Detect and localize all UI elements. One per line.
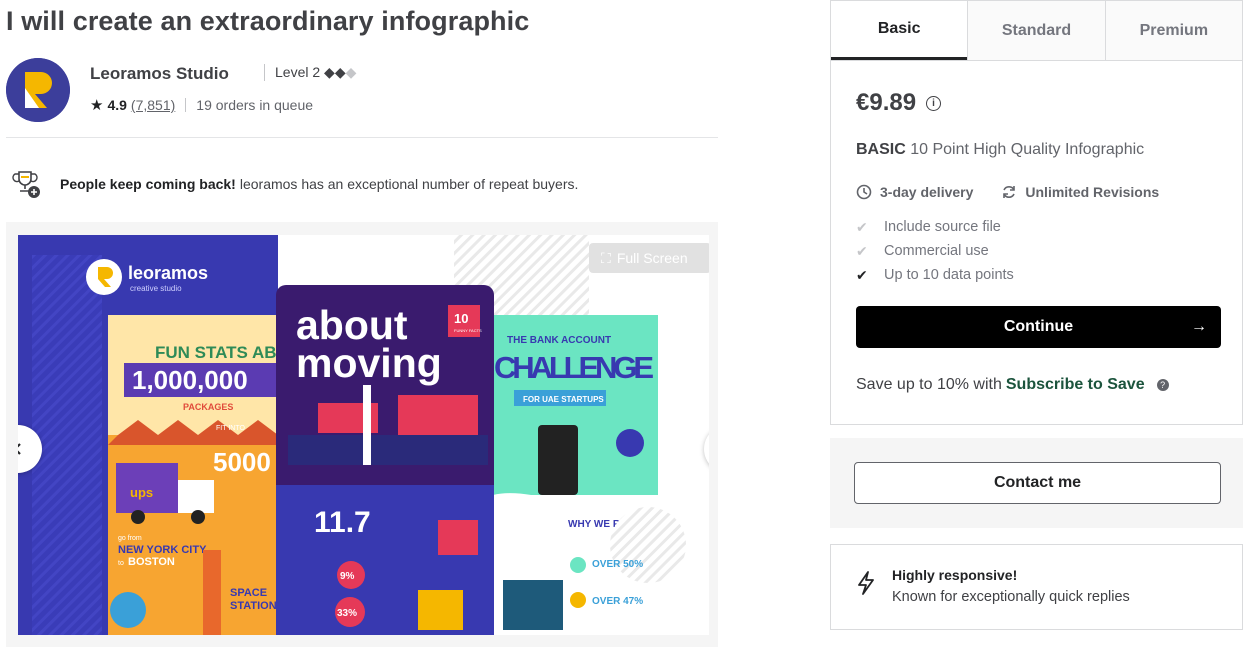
package-tabs: Basic Standard Premium [831, 1, 1242, 61]
gallery-image[interactable]: leoramos creative studio FUN STATS ABOUT… [18, 235, 709, 635]
right-poster-stat1: OVER 50% [592, 559, 643, 570]
feature-list: ✔ Include source file ✔ Commercial use ✔ Up… [856, 215, 1014, 287]
tab-basic[interactable]: Basic [831, 1, 968, 60]
delivery-info: 3-day delivery Unlimited Revisions [856, 184, 1159, 200]
center-poster-badge-num: 10 [454, 311, 468, 326]
center-poster-pct2: 33% [337, 608, 357, 619]
delivery-time: 3-day delivery [856, 184, 973, 200]
review-count-link[interactable]: (7,851) [131, 97, 175, 113]
left-poster-city1: NEW YORK CITY [118, 544, 207, 556]
star-icon: ★ [90, 97, 104, 114]
rating-score: 4.9 [107, 97, 127, 113]
repeat-buyers-title: People keep coming back! [60, 176, 236, 192]
continue-label: Continue [1003, 318, 1074, 335]
package-desc-text: 10 Point High Quality Infographic [910, 141, 1145, 158]
package-panel: Basic Standard Premium €9.89 i BASIC 10 … [830, 0, 1243, 425]
left-poster-fit: FIT INTO [216, 425, 245, 432]
divider [185, 98, 187, 112]
left-poster-go: go from [118, 535, 142, 542]
chevron-left-icon [18, 443, 21, 455]
right-poster-stat2: OVER 47% [592, 596, 643, 607]
responsive-title: Highly responsive! [892, 567, 1018, 583]
gig-title: I will create an extraordinary infograph… [6, 6, 530, 36]
feature-item: ✔ Include source file [856, 215, 1014, 239]
price-value: €9.89 [856, 89, 917, 116]
responsive-text: Known for exceptionally quick replies [892, 589, 1130, 605]
right-poster-line2: CHALLENGE [494, 350, 654, 385]
package-price: €9.89 i [856, 89, 942, 117]
feature-label: Include source file [884, 219, 1001, 235]
right-poster-line1: THE BANK ACCOUNT [507, 335, 611, 346]
arrow-right-icon: → [1191, 318, 1207, 335]
revisions-label: Unlimited Revisions [1025, 184, 1160, 200]
gig-gallery: leoramos creative studio FUN STATS ABOUT… [6, 222, 718, 647]
repeat-buyers-banner: People keep coming back! leoramos has an… [10, 168, 578, 200]
tab-premium[interactable]: Premium [1104, 1, 1242, 60]
logo-sub: creative studio [130, 284, 182, 293]
package-description: BASIC 10 Point High Quality Infographic [856, 141, 1144, 159]
seller-overview: Leoramos Studio Level 2 ◆◆◆ ★ 4.9 (7,851… [6, 58, 718, 138]
check-icon: ✔ [856, 266, 868, 283]
center-poster-stat: 11.7 [314, 506, 371, 539]
clock-icon [856, 184, 872, 200]
feature-label: Commercial use [884, 243, 989, 259]
check-icon: ✔ [856, 242, 868, 259]
contact-section: Contact me [830, 438, 1243, 528]
revisions: Unlimited Revisions [1001, 184, 1159, 200]
seller-rating: ★ 4.9 (7,851) 19 orders in queue [90, 96, 313, 114]
left-poster-sub: PACKAGES [183, 402, 233, 412]
subscribe-to-save: Save up to 10% with Subscribe to Save ? [856, 376, 1169, 394]
trophy-icon [12, 171, 40, 198]
center-poster-badge-text: FUNNY FACTS [454, 328, 482, 333]
left-poster-to: to [118, 560, 124, 567]
left-poster-space1: SPACE [230, 587, 267, 599]
contact-button[interactable]: Contact me [854, 462, 1221, 504]
left-poster-big: 5000 [213, 447, 271, 477]
delivery-label: 3-day delivery [880, 184, 974, 200]
expand-icon: ⛶ [601, 249, 611, 266]
fullscreen-button[interactable]: ⛶ Full Screen [589, 243, 709, 273]
help-icon[interactable]: ? [1156, 379, 1169, 391]
seller-avatar[interactable] [6, 58, 70, 122]
seller-level: Level 2 ◆◆◆ [264, 64, 356, 81]
seller-name[interactable]: Leoramos Studio [90, 64, 229, 84]
feature-item: ✔ Up to 10 data points [856, 263, 1014, 287]
left-poster-city2: BOSTON [128, 556, 175, 568]
seller-level-label: Level 2 [275, 64, 321, 80]
left-poster-number: 1,000,000 [132, 365, 248, 395]
highly-responsive-card: Highly responsive! Known for exceptional… [830, 544, 1243, 630]
repeat-buyers-text: leoramos has an exceptional number of re… [239, 176, 579, 192]
save-prefix: Save up to 10% with [856, 376, 1002, 393]
right-poster-line3: FOR UAE STARTUPS [523, 395, 604, 404]
package-name: BASIC [856, 141, 906, 158]
left-poster-space2: STATION [230, 600, 277, 612]
logo-name: leoramos [128, 263, 208, 283]
center-poster-word2: moving [296, 340, 442, 386]
lightning-icon [858, 571, 874, 595]
info-icon[interactable]: i [926, 95, 942, 111]
tab-standard[interactable]: Standard [967, 1, 1105, 60]
center-poster-pct1: 9% [340, 571, 355, 582]
feature-item: ✔ Commercial use [856, 239, 1014, 263]
level-diamonds-icon: ◆◆◆ [324, 64, 357, 80]
check-icon: ✔ [856, 218, 868, 235]
refresh-icon [1003, 186, 1016, 198]
subscribe-link[interactable]: Subscribe to Save [1006, 376, 1145, 394]
truck-label: ups [130, 485, 153, 500]
studio-logo-icon [6, 58, 70, 122]
infographic-preview: leoramos creative studio FUN STATS ABOUT… [18, 235, 709, 635]
fullscreen-label: Full Screen [616, 250, 688, 266]
continue-button[interactable]: Continue → [856, 306, 1221, 348]
feature-label: Up to 10 data points [884, 267, 1014, 283]
orders-in-queue: 19 orders in queue [196, 97, 314, 113]
